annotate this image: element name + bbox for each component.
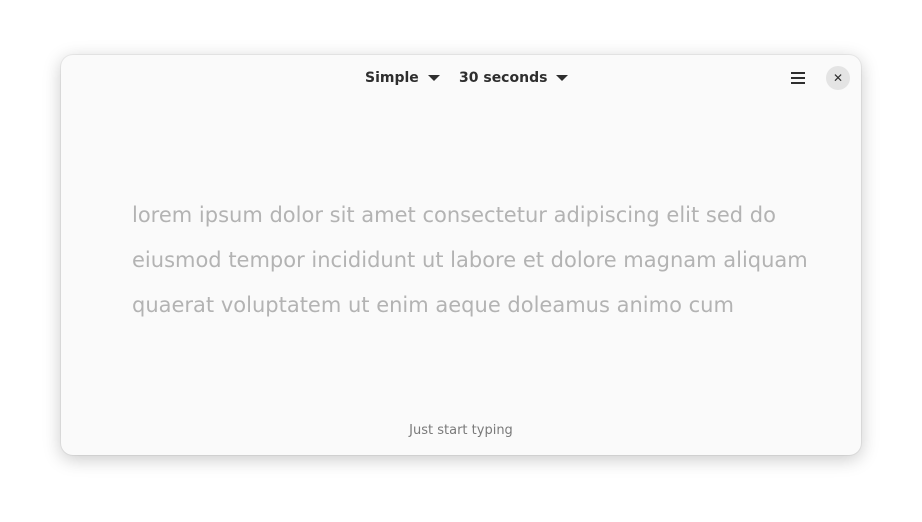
mode-label: Simple [365, 70, 419, 86]
typing-text[interactable]: lorem ipsum dolor sit amet consectetur a… [132, 193, 808, 328]
duration-dropdown[interactable]: 30 seconds [459, 67, 569, 89]
duration-label: 30 seconds [459, 70, 548, 86]
chevron-down-icon [427, 75, 440, 81]
mode-dropdown[interactable]: Simple [365, 67, 440, 89]
close-icon: ✕ [832, 71, 844, 85]
hamburger-icon[interactable] [787, 67, 809, 89]
close-button[interactable]: ✕ [826, 66, 850, 90]
hint-text: Just start typing [409, 423, 513, 438]
app-window: Simple 30 seconds ✕ lorem ipsum dolor si… [61, 55, 861, 455]
text-line: lorem ipsum dolor sit amet consectetur a… [132, 203, 776, 227]
text-line: eiusmod tempor incididunt ut labore et d… [132, 248, 808, 272]
chevron-down-icon [556, 75, 569, 81]
text-line: quaerat voluptatem ut enim aeque doleamu… [132, 293, 734, 317]
